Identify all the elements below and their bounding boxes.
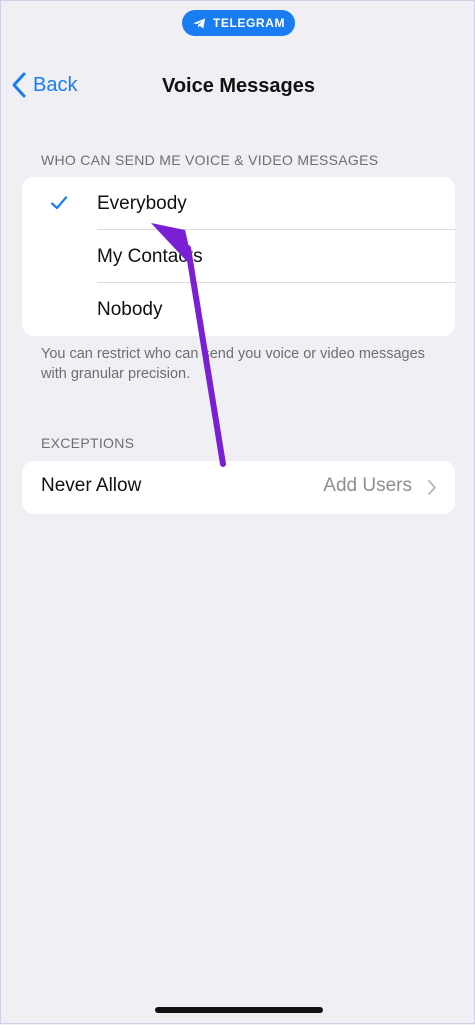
- option-everybody[interactable]: Everybody: [22, 177, 455, 230]
- privacy-section-header: WHO CAN SEND ME VOICE & VIDEO MESSAGES: [41, 152, 379, 168]
- checkmark-icon: [50, 196, 68, 210]
- privacy-options-card: Everybody My Contacts Nobody: [22, 177, 455, 336]
- never-allow-row[interactable]: Never Allow Add Users: [22, 461, 455, 514]
- option-label: Nobody: [97, 298, 163, 320]
- never-allow-label: Never Allow: [41, 475, 142, 496]
- option-my-contacts[interactable]: My Contacts: [22, 230, 455, 283]
- add-users-value: Add Users: [323, 475, 412, 496]
- option-label: Everybody: [97, 192, 187, 214]
- option-nobody[interactable]: Nobody: [22, 283, 455, 336]
- app-switch-label: TELEGRAM: [212, 16, 286, 30]
- privacy-footer-note: You can restrict who can send you voice …: [41, 346, 425, 382]
- navigation-bar: Back Voice Messages: [1, 61, 475, 113]
- exceptions-card: Never Allow Add Users: [22, 461, 455, 514]
- option-label: My Contacts: [97, 245, 203, 267]
- page-title: Voice Messages: [161, 75, 316, 97]
- exceptions-section-header: EXCEPTIONS: [41, 435, 135, 451]
- chevron-right-icon: [428, 480, 436, 495]
- telegram-icon: [193, 18, 206, 28]
- home-indicator: [155, 1007, 323, 1013]
- app-switch-pill[interactable]: TELEGRAM: [182, 10, 295, 36]
